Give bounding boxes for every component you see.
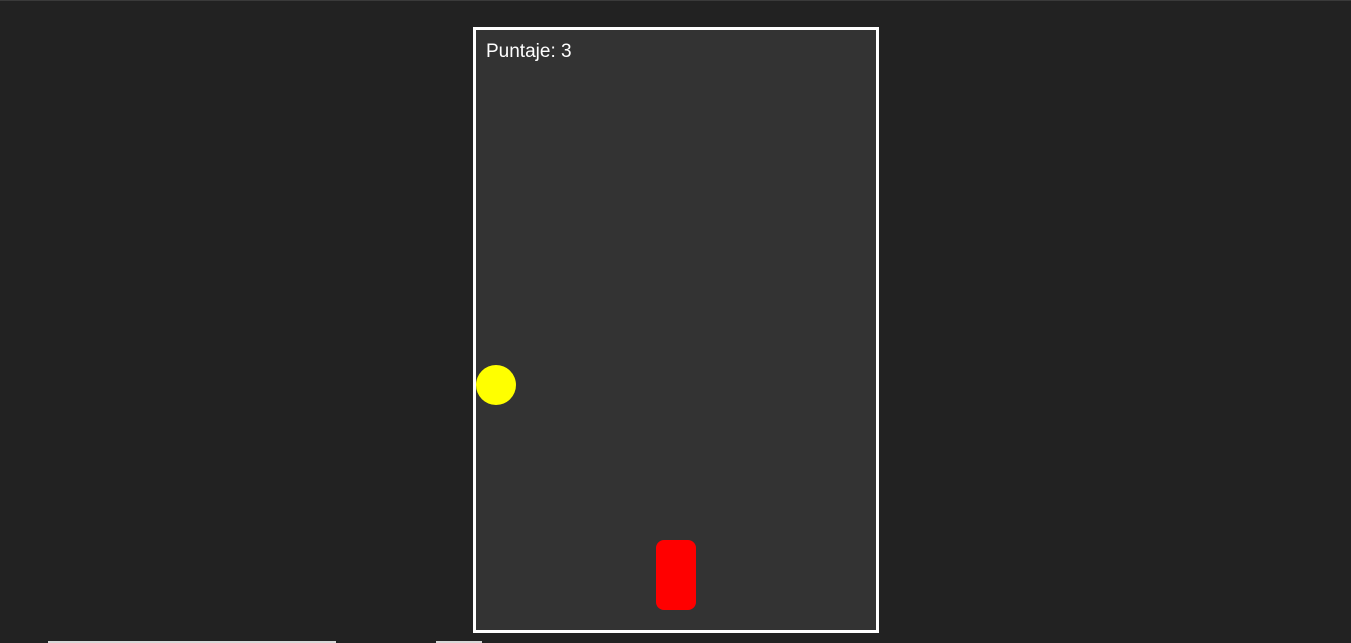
score-label: Puntaje: 3 — [486, 41, 572, 62]
game-board[interactable]: Puntaje: 3 — [473, 27, 879, 633]
page: Puntaje: 3 — [0, 0, 1351, 643]
player-paddle[interactable] — [656, 540, 696, 610]
top-divider — [0, 0, 1351, 1]
ball-icon — [476, 365, 516, 405]
